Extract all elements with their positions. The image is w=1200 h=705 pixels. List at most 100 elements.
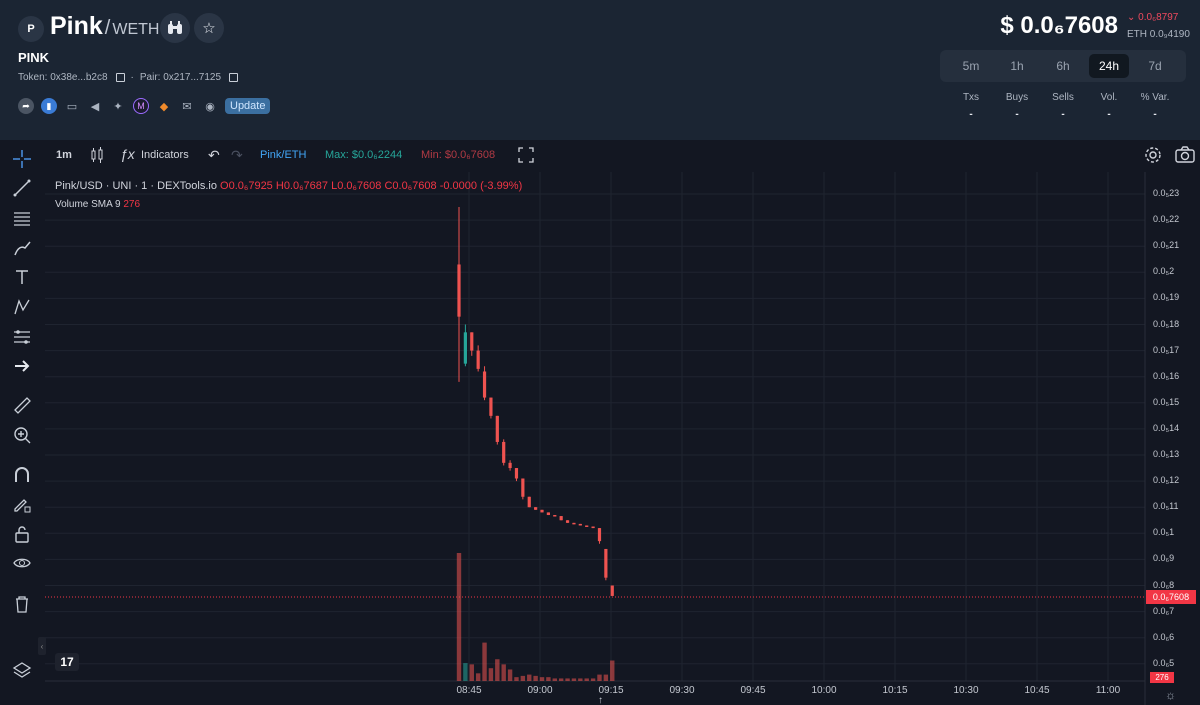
candle-body bbox=[514, 468, 519, 479]
pair-address: Pair: 0x217...7125 bbox=[139, 72, 222, 83]
price-tick-label: 0.0₅11 bbox=[1153, 501, 1179, 512]
volume-bar bbox=[475, 673, 481, 681]
volume-bar bbox=[507, 669, 513, 681]
candle-body bbox=[540, 509, 544, 513]
volume-bar bbox=[456, 553, 462, 681]
timeframe-5m[interactable]: 5m bbox=[951, 54, 991, 78]
stat-label: Buys bbox=[1005, 92, 1029, 103]
price-chart[interactable] bbox=[0, 140, 1200, 705]
update-button[interactable]: Update bbox=[225, 98, 271, 114]
stat-label: % Var. bbox=[1140, 92, 1170, 103]
stat-label: Sells bbox=[1052, 92, 1074, 103]
price-tick-label: 0.0₆9 bbox=[1153, 553, 1175, 564]
candle-body bbox=[546, 512, 550, 516]
candles bbox=[457, 207, 614, 596]
volume-bar bbox=[501, 664, 506, 681]
stat-buys: Buys - bbox=[994, 92, 1040, 120]
pair-base: Pink bbox=[50, 12, 103, 40]
legend-open: O0.0₆7925 bbox=[220, 180, 273, 192]
time-tick-label: 09:00 bbox=[527, 685, 553, 696]
candle-body bbox=[521, 478, 525, 497]
candle-body bbox=[604, 548, 608, 578]
twitter-icon[interactable]: ✦ bbox=[110, 98, 126, 114]
volume-bar bbox=[495, 659, 500, 681]
price-tick-label: 0.0₅15 bbox=[1153, 396, 1180, 407]
stat-label: Vol. bbox=[1100, 92, 1118, 103]
website-icon[interactable]: ▭ bbox=[64, 98, 80, 114]
token-logo: P bbox=[18, 16, 44, 42]
volume-bar bbox=[514, 677, 519, 681]
tradingview-logo[interactable]: 17 bbox=[55, 653, 79, 671]
legend-close: C0.0₆7608 bbox=[384, 180, 437, 192]
volume-bar bbox=[520, 675, 526, 681]
address-line: Token: 0x38e...b2c8 · Pair: 0x217...7125 bbox=[18, 72, 239, 83]
candle-body bbox=[527, 496, 531, 508]
stat-sells: Sells - bbox=[1040, 92, 1086, 120]
pair-title: Pink / WETH bbox=[50, 12, 159, 44]
volume-legend-value: 276 bbox=[123, 199, 141, 210]
timeframe-7d[interactable]: 7d bbox=[1135, 54, 1175, 78]
timeframe-24h[interactable]: 24h bbox=[1089, 54, 1129, 78]
volume-bar bbox=[482, 642, 487, 681]
price-tick-label: 0.0₅16 bbox=[1153, 370, 1180, 381]
stat-value: - bbox=[969, 109, 973, 120]
copy-pair-icon[interactable] bbox=[229, 73, 239, 82]
metamask-icon[interactable]: ◆ bbox=[156, 98, 172, 114]
volume-bar bbox=[578, 678, 583, 681]
volume-bar bbox=[597, 674, 602, 681]
volume-bar bbox=[539, 677, 545, 681]
volume-bar bbox=[546, 677, 551, 681]
legend-change: -0.0000 (-3.99%) bbox=[439, 180, 523, 192]
time-tick-label: 08:45 bbox=[456, 685, 482, 696]
price-tick-label: 0.0₆7 bbox=[1153, 605, 1175, 616]
time-tick-label: 10:15 bbox=[882, 685, 908, 696]
last-price-tag: 0.0₆7608 bbox=[1146, 590, 1196, 604]
price-tick-label: 0.0₅12 bbox=[1153, 475, 1180, 486]
telegram-icon[interactable]: ◀ bbox=[87, 98, 103, 114]
candle-body bbox=[534, 507, 538, 510]
chart-grid bbox=[45, 172, 1145, 681]
candle-body bbox=[502, 441, 506, 463]
explorer-icon[interactable]: M bbox=[133, 98, 149, 114]
price-tick-label: 0.0₅14 bbox=[1153, 422, 1180, 433]
share-icon[interactable]: ➦ bbox=[18, 98, 34, 114]
pair-header: P Pink / WETH ☆ PINK Token: 0x38e...b2c8… bbox=[0, 0, 1200, 140]
email-icon[interactable]: ✉ bbox=[179, 98, 195, 114]
price-tick-label: 0.0₅21 bbox=[1153, 240, 1180, 251]
copy-token-icon[interactable] bbox=[115, 73, 125, 82]
stat-value: - bbox=[1153, 109, 1157, 120]
binoculars-button[interactable] bbox=[160, 13, 190, 43]
price-tick-label: 0.0₅19 bbox=[1153, 292, 1180, 303]
volume-bar bbox=[610, 660, 615, 681]
price-tick-label: 0.0₅23 bbox=[1153, 188, 1180, 198]
stat-txs: Txs - bbox=[948, 92, 994, 120]
timeframe-1h[interactable]: 1h bbox=[997, 54, 1037, 78]
stat-variation: % Var. - bbox=[1132, 92, 1178, 120]
volume-bar bbox=[558, 678, 564, 681]
current-price: $ 0.0₆7608 bbox=[1000, 12, 1118, 39]
favorite-button[interactable]: ☆ bbox=[194, 13, 224, 43]
candle-body bbox=[559, 516, 563, 521]
volume-bar bbox=[590, 678, 596, 681]
ohlc-legend: Pink/USD · UNI · 1 · DEXTools.io O0.0₆79… bbox=[55, 180, 522, 192]
discord-icon[interactable]: ◉ bbox=[202, 98, 218, 114]
price-tick-label: 0.0₅22 bbox=[1153, 214, 1180, 225]
candle-body bbox=[482, 371, 487, 398]
price-tick-label: 0.0₅17 bbox=[1153, 344, 1180, 355]
price-tick-label: 0.0₅13 bbox=[1153, 449, 1180, 459]
axis-settings-icon[interactable]: ☼ bbox=[1165, 688, 1176, 702]
candle-body bbox=[508, 462, 512, 469]
timeframe-6h[interactable]: 6h bbox=[1043, 54, 1083, 78]
candle-body bbox=[457, 264, 461, 317]
last-volume-tag: 276 bbox=[1150, 672, 1174, 683]
candle-body bbox=[476, 350, 480, 369]
price-change: ⌄ 0.0₆8797 bbox=[1127, 12, 1178, 23]
volume-bar bbox=[565, 678, 570, 681]
stats-icon[interactable]: ▮ bbox=[41, 98, 57, 114]
legend-title: Pink/USD · UNI · 1 · DEXTools.io bbox=[55, 180, 217, 192]
volume-bar bbox=[469, 664, 474, 681]
candle-body bbox=[565, 520, 570, 523]
chevron-down-icon: ⌄ bbox=[1127, 12, 1136, 23]
candle-body bbox=[470, 332, 474, 351]
stat-value: - bbox=[1015, 109, 1019, 120]
